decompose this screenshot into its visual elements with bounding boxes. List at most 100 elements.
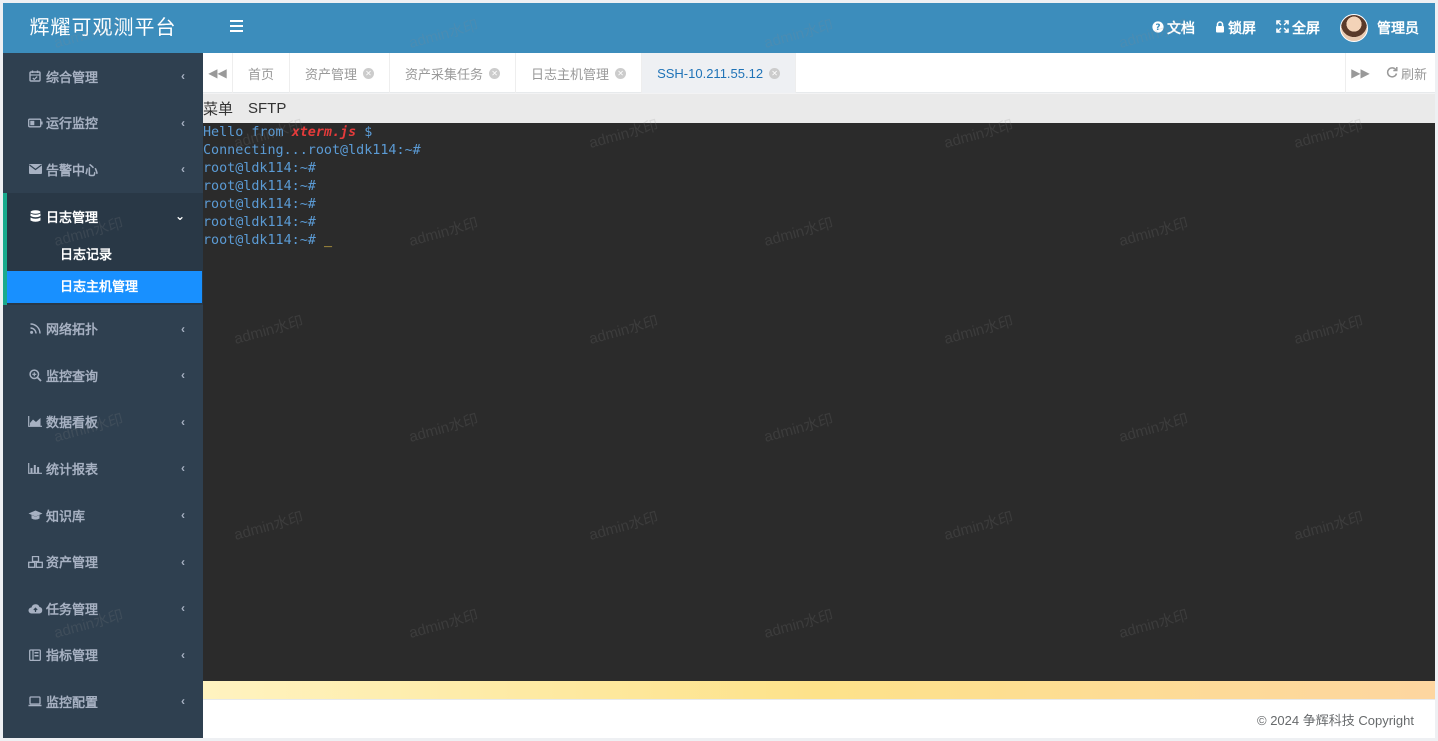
user-menu[interactable]: 管理员: [1340, 14, 1419, 42]
close-icon[interactable]: ✕: [769, 67, 781, 79]
chevron-left-icon: ‹: [181, 601, 185, 616]
avatar: [1340, 14, 1368, 42]
user-name: 管理员: [1377, 20, 1419, 36]
laptop-icon: [27, 694, 43, 708]
sidebar-item-label: 告警中心: [46, 162, 99, 178]
sidebar-item-knowledge[interactable]: 知识库 ‹: [3, 492, 203, 539]
chevron-left-icon: ‹: [181, 162, 185, 177]
app-window: 辉耀可观测平台 综合管理 ‹ 运行监控 ‹ 告警中心 ‹ 日志管理 ⌄ 日志记录…: [3, 3, 1435, 738]
ssh-terminal[interactable]: Hello from xterm.js $ Connecting...root@…: [203, 123, 1435, 681]
sidebar-item-label: 运行监控: [46, 116, 99, 132]
tab-ssh-session[interactable]: SSH-10.211.55.12 ✕: [642, 53, 797, 93]
lock-screen-link[interactable]: 锁屏: [1215, 18, 1256, 38]
sidebar-item-label: 资产管理: [46, 555, 99, 571]
cloud-upload-icon: [27, 601, 43, 615]
tab-asset-management[interactable]: 资产管理 ✕: [290, 53, 391, 93]
chevron-left-icon: ‹: [181, 115, 185, 130]
sidebar-subitem-log-records[interactable]: 日志记录: [7, 239, 203, 271]
sidebar-item-query[interactable]: 监控查询 ‹: [3, 352, 203, 399]
sidebar-item-tasks[interactable]: 任务管理 ‹: [3, 585, 203, 632]
calendar-check-icon: [27, 69, 43, 83]
menu-toggle-icon[interactable]: [230, 20, 243, 32]
tab-scroll-left-icon[interactable]: ◀◀: [203, 53, 233, 93]
sidebar-item-assets[interactable]: 资产管理 ‹: [3, 538, 203, 585]
sidebar-item-label: 数据看板: [46, 415, 99, 431]
chevron-left-icon: ‹: [181, 554, 185, 569]
footer: © 2024 争辉科技 Copyright: [203, 699, 1435, 738]
tab-label: 日志主机管理: [531, 66, 610, 82]
copyright-text: © 2024 争辉科技 Copyright: [1257, 712, 1414, 728]
tab-log-host-management[interactable]: 日志主机管理 ✕: [516, 53, 643, 93]
sidebar-item-label: 监控配置: [46, 694, 99, 710]
top-header: ? 文档 锁屏 全屏 管理员: [203, 3, 1435, 53]
lock-icon: [1215, 20, 1225, 36]
sidebar-item-logs[interactable]: 日志管理 ⌄: [3, 192, 203, 240]
tab-home[interactable]: 首页: [233, 53, 291, 93]
svg-text:?: ?: [1155, 23, 1160, 33]
tab-label: 资产采集任务: [405, 66, 484, 82]
search-plus-icon: [27, 368, 43, 382]
menu-button[interactable]: 菜单: [203, 98, 233, 119]
sidebar: 辉耀可观测平台 综合管理 ‹ 运行监控 ‹ 告警中心 ‹ 日志管理 ⌄ 日志记录…: [3, 3, 203, 738]
chevron-left-icon: ‹: [181, 508, 185, 523]
database-icon: [27, 209, 43, 223]
sidebar-menu: 综合管理 ‹ 运行监控 ‹ 告警中心 ‹ 日志管理 ⌄ 日志记录 日志主机管理 …: [3, 53, 203, 725]
fullscreen-label: 全屏: [1292, 20, 1320, 36]
chevron-left-icon: ‹: [181, 321, 185, 336]
chevron-left-icon: ‹: [181, 69, 185, 84]
sidebar-item-label: 知识库: [46, 508, 86, 524]
battery-icon: [27, 116, 43, 130]
docs-link[interactable]: ? 文档: [1152, 18, 1195, 38]
sidebar-item-label: 综合管理: [46, 69, 99, 85]
archive-icon: [27, 648, 43, 662]
terminal-toolbar: 菜单 SFTP: [203, 94, 1435, 123]
sidebar-item-label: 统计报表: [46, 461, 99, 477]
bar-chart-icon: [27, 461, 43, 475]
sidebar-subitem-log-hosts[interactable]: 日志主机管理: [7, 271, 202, 304]
chevron-left-icon: ‹: [181, 414, 185, 429]
chevron-down-icon: ⌄: [174, 209, 185, 224]
terminal-line: Connecting...root@ldk114:~#: [203, 143, 421, 158]
question-circle-icon: ?: [1152, 20, 1164, 36]
terminal-line: root@ldk114:~#: [203, 179, 316, 194]
chevron-left-icon: ‹: [181, 368, 185, 383]
sidebar-item-dashboard[interactable]: 数据看板 ‹: [3, 399, 203, 446]
tab-asset-collection-tasks[interactable]: 资产采集任务 ✕: [390, 53, 517, 93]
sidebar-item-label: 网络拓扑: [46, 322, 99, 338]
terminal-prompt-line: root@ldk114:~# _: [203, 233, 332, 248]
cubes-icon: [27, 555, 43, 569]
envelope-icon: [27, 162, 43, 176]
tab-scroll-right-icon[interactable]: ▶▶: [1345, 53, 1375, 93]
sidebar-item-topology[interactable]: 网络拓扑 ‹: [3, 305, 203, 352]
sidebar-item-monitoring[interactable]: 运行监控 ‹: [3, 100, 203, 147]
rss-icon: [27, 322, 43, 336]
logs-submenu: 日志记录 日志主机管理: [3, 239, 203, 306]
sidebar-item-overview[interactable]: 综合管理 ‹: [3, 53, 203, 100]
refresh-label: 刷新: [1400, 66, 1427, 82]
header-actions: ? 文档 锁屏 全屏 管理员: [1152, 3, 1419, 53]
terminal-line: root@ldk114:~#: [203, 197, 316, 212]
terminal-line: root@ldk114:~#: [203, 215, 316, 230]
area-chart-icon: [27, 415, 43, 429]
sidebar-item-label: 监控查询: [46, 368, 99, 384]
terminal-line: Hello from xterm.js $: [203, 125, 373, 140]
close-icon[interactable]: ✕: [363, 67, 375, 79]
close-icon[interactable]: ✕: [489, 67, 501, 79]
sidebar-item-reports[interactable]: 统计报表 ‹: [3, 445, 203, 492]
sidebar-item-label: 指标管理: [46, 648, 99, 664]
fullscreen-link[interactable]: 全屏: [1276, 18, 1320, 38]
chevron-left-icon: ‹: [181, 694, 185, 709]
sidebar-item-alerts[interactable]: 告警中心 ‹: [3, 146, 203, 193]
terminal-line: root@ldk114:~#: [203, 161, 316, 176]
sidebar-item-monitor-config[interactable]: 监控配置 ‹: [3, 678, 203, 725]
refresh-button[interactable]: 刷新: [1386, 53, 1427, 93]
tab-label: 资产管理: [305, 66, 358, 82]
tab-label: SSH-10.211.55.12: [657, 65, 764, 81]
close-icon[interactable]: ✕: [615, 67, 627, 79]
refresh-icon: [1386, 66, 1398, 81]
sidebar-item-metrics[interactable]: 指标管理 ‹: [3, 632, 203, 679]
expand-icon: [1276, 20, 1289, 36]
brand-title: 辉耀可观测平台: [3, 3, 203, 53]
tab-label: 首页: [248, 66, 275, 82]
sftp-button[interactable]: SFTP: [248, 100, 286, 117]
